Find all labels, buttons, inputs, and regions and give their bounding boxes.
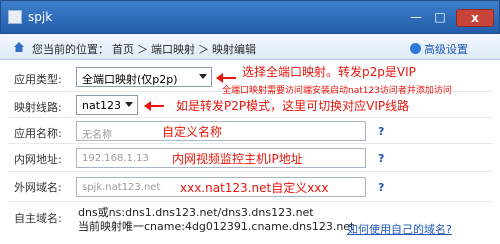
breadcrumb: 您当前的位置： 首页＞端口映射＞映射编辑 — [32, 41, 259, 57]
minimize-button[interactable]: — — [405, 9, 427, 27]
cname-text: 当前映射唯一cname:4dg012391.cname.dns123.net — [78, 220, 355, 233]
line-label: 映射线路: — [14, 101, 62, 114]
breadcrumb-port-mapping[interactable]: 端口映射 — [151, 43, 195, 56]
own-domain-info: dns或ns:dns1.dns123.net/dns3.dns123.net 当… — [78, 206, 354, 234]
app-name-label: 应用名称: — [14, 127, 62, 140]
breadcrumb-prefix: 您当前的位置： — [32, 43, 109, 56]
own-domain-label: 自主域名: — [14, 212, 62, 225]
advanced-settings-label[interactable]: 高级设置 — [424, 43, 468, 56]
chevron-down-icon — [125, 102, 133, 107]
own-domain-help-link[interactable]: 如何使用自己的域名? — [347, 221, 452, 237]
app-name-help-icon[interactable]: ? — [378, 125, 384, 138]
extranet-label: 外网域名: — [14, 181, 62, 194]
intranet-help-icon[interactable]: ? — [378, 152, 384, 165]
advanced-settings-link[interactable]: 高级设置 — [410, 41, 468, 57]
line-select[interactable]: nat123 — [76, 95, 138, 115]
intranet-annotation: 内网视频监控主机IP地址 — [172, 152, 303, 166]
breadcrumb-home[interactable]: 首页 — [112, 43, 134, 56]
app-type-value: 全端口映射(仅p2p) — [82, 73, 178, 86]
breadcrumb-current: 映射编辑 — [212, 43, 256, 56]
window-title: spjk — [28, 10, 53, 24]
dns-ns-text: dns或ns:dns1.dns123.net/dns3.dns123.net — [78, 206, 314, 219]
title-bar: spjk — □ x — [0, 0, 500, 34]
intranet-label: 内网地址: — [14, 153, 62, 166]
line-annotation: 如是转发P2P模式，这里可切换对应VIP线路 — [176, 99, 410, 113]
app-type-annotation: 选择全端口映射。转发p2p是VIP — [242, 65, 416, 79]
breadcrumb-bar: 您当前的位置： 首页＞端口映射＞映射编辑 高级设置 — [0, 34, 500, 60]
extranet-help-icon[interactable]: ? — [378, 181, 384, 194]
annotation-arrow — [216, 73, 236, 83]
home-icon — [14, 42, 24, 52]
extranet-annotation: xxx.nat123.net自定义xxx — [180, 181, 329, 195]
app-name-annotation: 自定义名称 — [162, 125, 223, 139]
app-type-select[interactable]: 全端口映射(仅p2p) — [76, 67, 212, 87]
maximize-button[interactable]: □ — [429, 9, 451, 27]
line-value: nat123 — [82, 99, 122, 112]
breadcrumb-separator: ＞ — [198, 43, 209, 56]
close-button[interactable]: x — [456, 9, 494, 27]
app-icon — [8, 10, 22, 24]
breadcrumb-separator: ＞ — [137, 43, 148, 56]
annotation-arrow — [144, 101, 164, 111]
settings-icon — [410, 43, 421, 54]
app-type-label: 应用类型: — [14, 73, 62, 86]
chevron-down-icon — [199, 74, 207, 79]
